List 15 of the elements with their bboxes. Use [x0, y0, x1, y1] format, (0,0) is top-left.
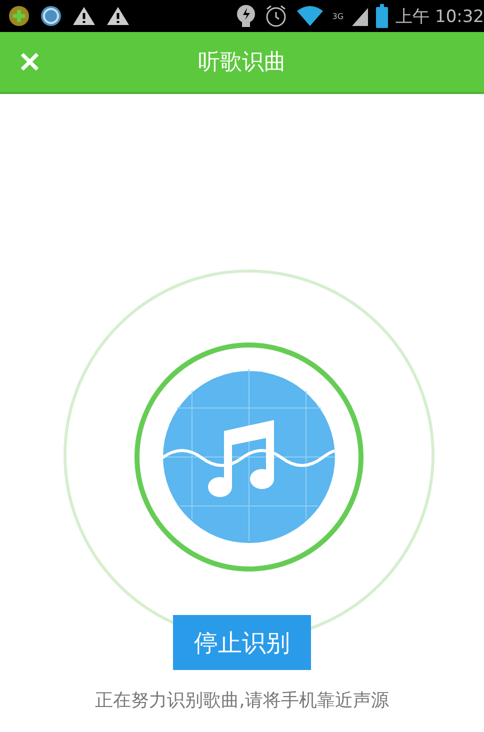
network-type: 3G [332, 12, 344, 20]
hint-text: 正在努力识别歌曲,请将手机靠近声源 [95, 689, 389, 712]
app-icon [8, 5, 30, 27]
warning-icon [106, 6, 130, 26]
app-icon [40, 5, 62, 27]
battery-icon [376, 4, 388, 28]
bulb-icon [236, 4, 256, 28]
stop-recognition-button[interactable]: 停止识别 [173, 615, 311, 670]
signal-icon [352, 6, 368, 26]
warning-icon [72, 6, 96, 26]
close-button[interactable]: ✕ [12, 44, 47, 81]
clock-time: 上午 10:32 [396, 6, 484, 28]
page-title: 听歌识曲 [198, 49, 286, 77]
wifi-icon [296, 5, 324, 27]
alarm-clock-icon [264, 4, 288, 28]
